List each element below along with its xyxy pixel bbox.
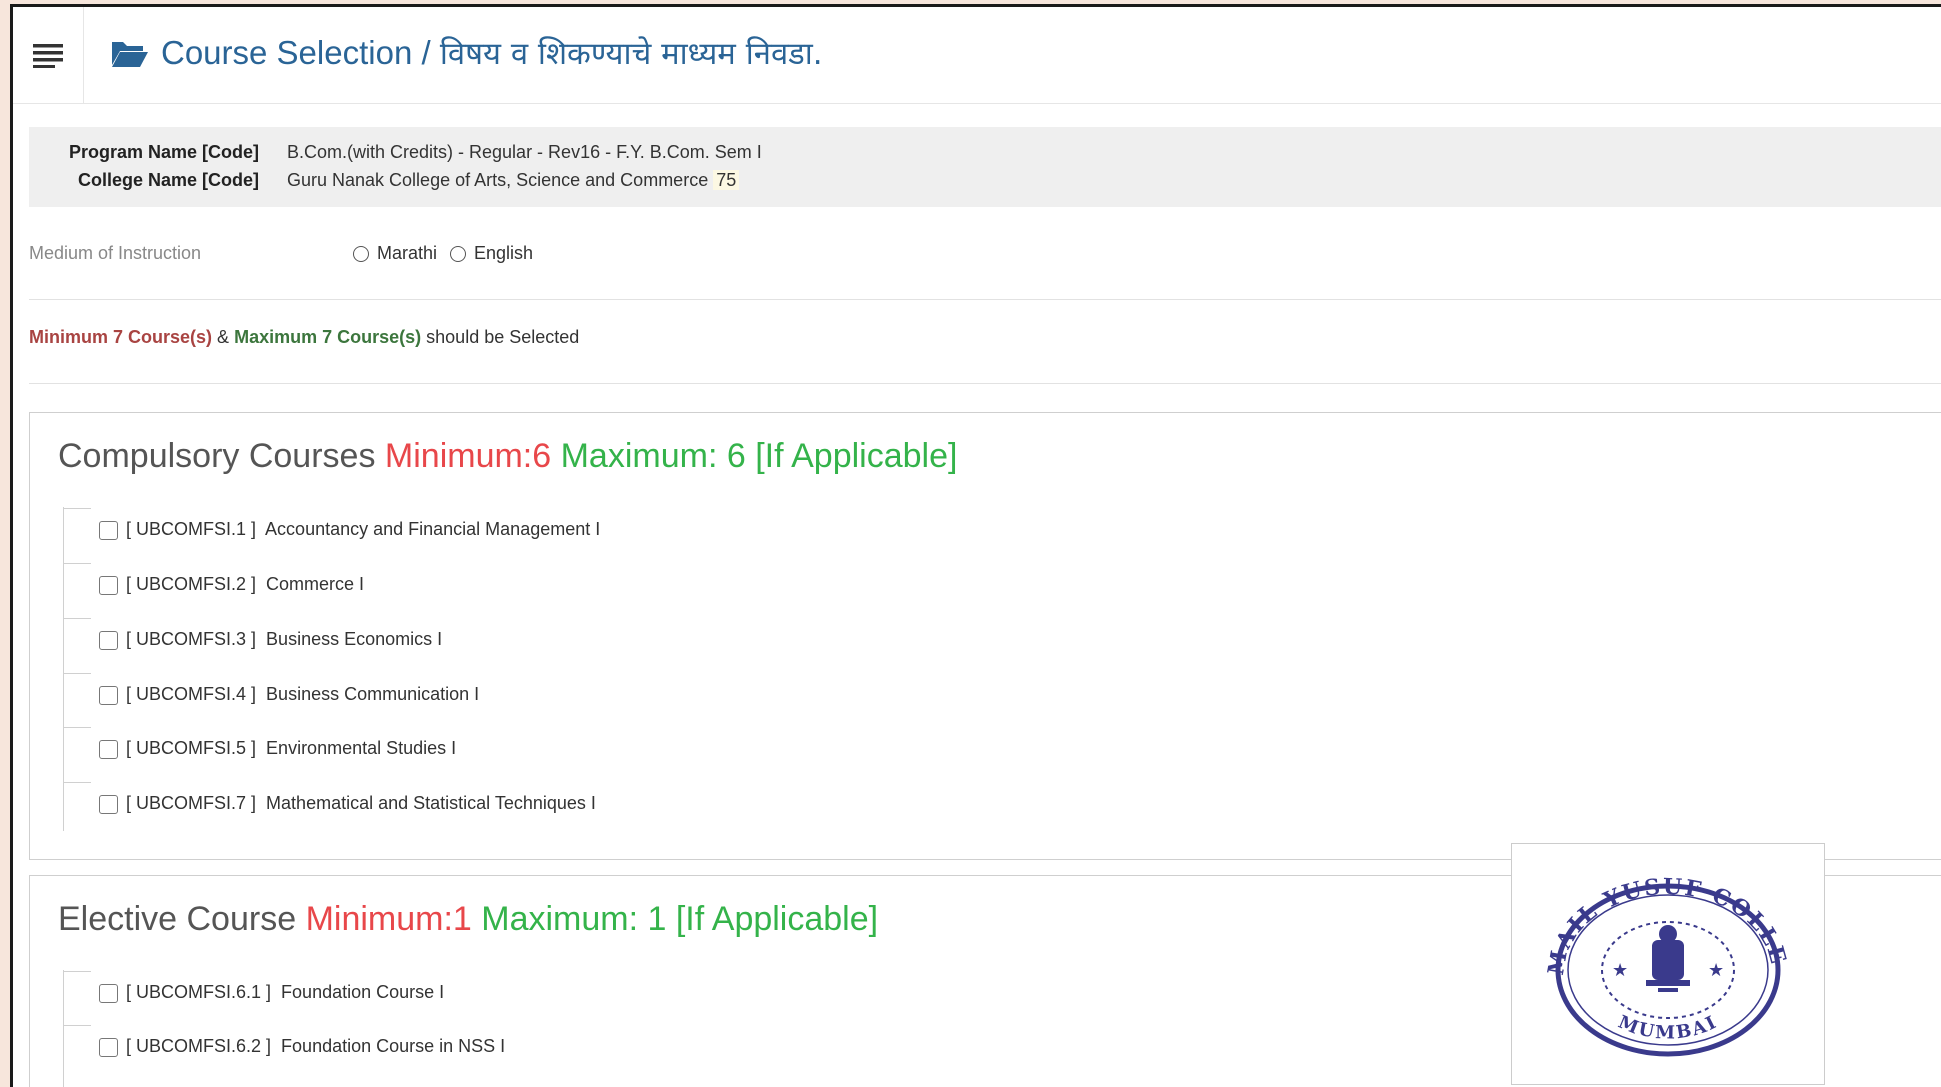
medium-radio-group: Marathi English [353,243,546,264]
program-name-label: Program Name [Code] [68,142,259,162]
course-checkbox[interactable] [99,520,118,540]
tree-branch [63,508,91,509]
svg-text:MUMBAI: MUMBAI [1615,1011,1721,1043]
course-label: [ UBCOMFSI.4 ] Business Communication I [126,684,479,705]
course-label: [ UBCOMFSI.6.2 ] Foundation Course in NS… [126,1036,505,1057]
course-code: [ UBCOMFSI.2 ] [126,573,257,594]
course-name: Business Communication I [266,683,480,704]
tree-branch [63,563,91,564]
course-label: [ UBCOMFSI.7 ] Mathematical and Statisti… [126,793,596,814]
course-name: Foundation Course in NSS I [281,1035,506,1056]
medium-option-english-label: English [474,243,534,263]
course-label: [ UBCOMFSI.1 ] Accountancy and Financial… [126,519,600,540]
page-title-english: Course Selection / [161,34,440,71]
course-checkbox[interactable] [99,739,118,759]
course-label: [ UBCOMFSI.5 ] Environmental Studies I [126,738,456,759]
hamburger-menu-icon [33,44,63,68]
course-item[interactable]: [ UBCOMFSI.4 ] Business Communication I [63,673,479,705]
course-name: Environmental Studies I [266,737,457,758]
tree-branch [63,1025,91,1026]
rule-maximum: Maximum 7 Course(s) [234,327,422,347]
svg-text:★: ★ [1612,960,1628,980]
course-item[interactable]: [ UBCOMFSI.7 ] Mathematical and Statisti… [63,782,596,814]
medium-option-english[interactable]: English [450,243,533,264]
tree-branch [63,673,91,674]
elective-minimum: Minimum:1 [305,900,472,938]
page-title-marathi: विषय व शिकण्याचे माध्यम निवडा. [439,36,823,72]
top-bar: Course Selection / विषय व शिकण्याचे माध्… [13,7,1941,104]
course-name: Accountancy and Financial Management I [265,518,601,539]
course-code: [ UBCOMFSI.4 ] [126,683,257,704]
elective-maximum: Maximum: 1 [If Applicable] [481,900,879,938]
course-name: Mathematical and Statistical Techniques … [266,792,596,813]
compulsory-panel-title: Compulsory Courses Minimum:6 Maximum: 6 … [58,437,957,476]
elective-panel-title: Elective Course Minimum:1 Maximum: 1 [If… [58,900,878,939]
menu-toggle-button[interactable] [13,7,84,103]
course-checkbox[interactable] [99,794,118,814]
divider [29,299,1941,300]
course-code: [ UBCOMFSI.3 ] [126,628,257,649]
course-label: [ UBCOMFSI.6.1 ] Foundation Course I [126,982,444,1003]
course-item[interactable]: [ UBCOMFSI.6.1 ] Foundation Course I [63,971,444,1003]
course-checkbox[interactable] [99,1037,118,1057]
rule-suffix: should be Selected [426,327,580,347]
college-name-text: Guru Nanak College of Arts, Science and … [287,170,709,190]
compulsory-minimum: Minimum:6 [384,437,552,475]
course-code: [ UBCOMFSI.6.1 ] [126,981,272,1002]
medium-option-marathi-label: Marathi [377,243,438,263]
course-label: [ UBCOMFSI.2 ] Commerce I [126,574,364,595]
course-item[interactable]: [ UBCOMFSI.5 ] Environmental Studies I [63,727,456,759]
compulsory-title: Compulsory Courses [58,437,376,475]
college-seal: ISMAIL YUSUF COLLEGE MUMBAI ★ ★ [1502,824,1792,1057]
medium-of-instruction-label: Medium of Instruction [29,243,202,263]
course-checkbox[interactable] [99,983,118,1003]
radio-marathi[interactable] [353,245,369,262]
app-frame: Course Selection / विषय व शिकण्याचे माध्… [10,4,1941,1087]
course-item[interactable]: [ UBCOMFSI.6.2 ] Foundation Course in NS… [63,1025,505,1057]
course-code: [ UBCOMFSI.1 ] [126,518,257,539]
course-name: Business Economics I [266,628,443,649]
course-code: [ UBCOMFSI.7 ] [126,792,257,813]
selection-rule: Minimum 7 Course(s) & Maximum 7 Course(s… [29,327,579,348]
tree-branch [63,727,91,728]
radio-english[interactable] [450,245,467,262]
course-name: Foundation Course I [281,981,445,1002]
course-item[interactable]: [ UBCOMFSI.3 ] Business Economics I [63,618,442,650]
page-title: Course Selection / विषय व शिकण्याचे माध्… [111,25,823,81]
course-checkbox[interactable] [99,685,118,705]
divider [29,383,1941,384]
college-name-label: College Name [Code] [77,170,259,190]
program-name-value: B.Com.(with Credits) - Regular - Rev16 -… [287,142,762,162]
course-code: [ UBCOMFSI.5 ] [126,737,257,758]
compulsory-courses-panel: Compulsory Courses Minimum:6 Maximum: 6 … [29,412,1941,860]
program-info-box: Program Name [Code] B.Com.(with Credits)… [29,127,1941,207]
tree-branch [63,971,91,972]
course-label: [ UBCOMFSI.3 ] Business Economics I [126,629,442,650]
tree-branch [63,782,91,783]
course-code: [ UBCOMFSI.6.2 ] [126,1035,272,1056]
svg-text:ISMAIL YUSUF COLLEGE: ISMAIL YUSUF COLLEGE [1512,844,1792,977]
college-name-value: Guru Nanak College of Arts, Science and … [287,167,740,193]
course-name: Commerce I [266,573,365,594]
folder-open-icon [112,42,148,67]
course-checkbox[interactable] [99,575,118,595]
svg-text:★: ★ [1708,960,1724,980]
medium-option-marathi[interactable]: Marathi [353,243,437,264]
course-checkbox[interactable] [99,630,118,650]
rule-amp: & [217,327,230,347]
college-seal-image: ISMAIL YUSUF COLLEGE MUMBAI ★ ★ [1502,824,1825,1085]
compulsory-maximum: Maximum: 6 [If Applicable] [560,437,958,475]
emblem-icon [1646,925,1690,992]
course-item[interactable]: [ UBCOMFSI.1 ] Accountancy and Financial… [63,508,600,540]
college-code: 75 [713,170,740,190]
rule-minimum: Minimum 7 Course(s) [29,327,213,347]
elective-title: Elective Course [58,900,297,938]
tree-branch [63,618,91,619]
course-item[interactable]: [ UBCOMFSI.2 ] Commerce I [63,563,364,595]
